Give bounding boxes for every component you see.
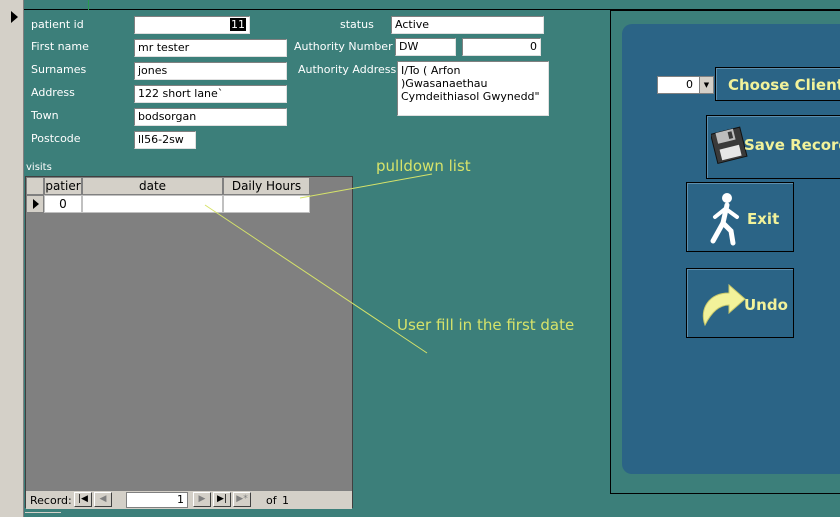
save-record-label: Save Record: [744, 136, 840, 154]
save-record-button[interactable]: Save Record: [706, 115, 840, 179]
pulldown-pointer-line: [299, 173, 433, 199]
exit-label: Exit: [747, 210, 780, 228]
chevron-down-icon[interactable]: ▼: [699, 77, 713, 93]
date-pointer-line: [204, 204, 428, 354]
curved-arrow-icon: [702, 283, 746, 327]
user-fill-annotation: User fill in the first date: [397, 316, 575, 334]
choose-client-button[interactable]: Choose Client: [715, 67, 840, 101]
pulldown-annotation: pulldown list: [376, 157, 471, 175]
walking-man-icon: [710, 193, 739, 246]
client-combo[interactable]: 0 ▼: [657, 76, 714, 94]
undo-button[interactable]: Undo: [686, 268, 794, 338]
client-combo-value: 0: [686, 78, 693, 91]
undo-label: Undo: [744, 296, 788, 314]
choose-client-label: Choose Client: [728, 76, 840, 94]
exit-button[interactable]: Exit: [686, 182, 794, 252]
